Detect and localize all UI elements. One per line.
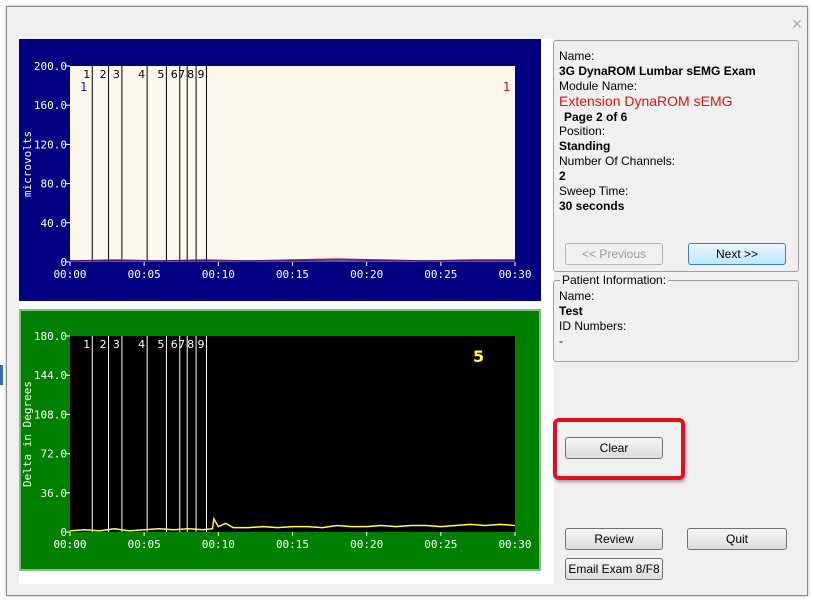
rom-marker-label: 7 <box>178 338 185 351</box>
review-button[interactable]: Review <box>565 528 663 550</box>
emg-y-tick-label: 120.0 <box>34 138 67 151</box>
patient-info-title: Patient Information: <box>560 273 669 287</box>
page-indicator: Page 2 of 6 <box>564 110 628 124</box>
channels-label: Number Of Channels: <box>559 154 676 168</box>
rom-x-tick-label: 00:00 <box>53 538 86 551</box>
rom-y-tick-label: 108.0 <box>34 408 67 421</box>
emg-marker-label: 5 <box>157 68 164 81</box>
emg-marker-label: 2 <box>100 68 107 81</box>
emg-chart: 040.080.0120.0160.0200.000:00 00:05 00:10 0… <box>19 39 541 301</box>
rom-chart: 036.072.0108.0144.0180.000:00 00:05 00:10 0… <box>19 309 541 571</box>
rom-marker-label: 4 <box>138 338 145 351</box>
close-icon[interactable]: ✕ <box>790 18 804 32</box>
emg-y-tick-label: 80.0 <box>41 178 68 191</box>
rom-y-tick-label: 72.0 <box>41 448 68 461</box>
patient-name-value: Test <box>559 304 583 318</box>
rom-y-tick-label: 36.0 <box>41 487 68 500</box>
sweep-time-label: Sweep Time: <box>559 184 629 198</box>
rom-y-tick-label: 180.0 <box>34 330 67 343</box>
rom-x-tick-label: 00:15 <box>276 538 309 551</box>
charts-area: 0 40.0 80.0 120.0 160.0 200.0 00:00 00:05 00:10 0… <box>19 39 554 584</box>
patient-name-label: Name: <box>559 289 595 303</box>
rom-marker-label: 1 <box>83 338 90 351</box>
exam-name-value: 3G DynaROM Lumbar sEMG Exam <box>559 64 756 78</box>
rom-marker-label: 9 <box>197 338 204 351</box>
emg-chart-panel: 0 40.0 80.0 120.0 160.0 200.0 00:00 00:05 00:10 0… <box>19 39 541 301</box>
channels-value: 2 <box>559 169 566 183</box>
module-name-label: Module Name: <box>559 79 638 93</box>
emg-x-tick-label: 00:10 <box>202 268 235 281</box>
quit-button[interactable]: Quit <box>687 528 787 550</box>
previous-button[interactable]: << Previous <box>565 243 663 265</box>
clear-button[interactable]: Clear <box>565 437 663 459</box>
sweep-time-value: 30 seconds <box>559 199 625 213</box>
emg-y-tick-label: 200.0 <box>34 60 67 73</box>
emg-channel-label-left: 1 <box>80 80 88 94</box>
email-exam-button[interactable]: Email Exam 8/F8 <box>565 558 663 580</box>
rom-marker-label: 2 <box>100 338 107 351</box>
rom-marker-label: 6 <box>171 338 178 351</box>
emg-x-tick-label: 00:15 <box>276 268 309 281</box>
rom-chart-panel: 0 36.0 72.0 108.0 144.0 180.0 00:00 00:05 00:10 0… <box>19 309 541 571</box>
rom-y-tick-label: 144.0 <box>34 369 67 382</box>
rom-x-tick-label: 00:25 <box>424 538 457 551</box>
exam-window: ✕ 0 40.0 80.0 120.0 160.0 200.0 00:00 00:05 00:1… <box>6 6 808 596</box>
emg-marker-label: 9 <box>197 68 204 81</box>
rom-x-tick-label: 00:10 <box>202 538 235 551</box>
background-window-edge <box>0 365 3 385</box>
emg-marker-label: 6 <box>171 68 178 81</box>
emg-x-tick-label: 00:00 <box>53 268 86 281</box>
emg-marker-label: 4 <box>138 68 145 81</box>
exam-info-box: Name: 3G DynaROM Lumbar sEMG Exam Module… <box>553 40 799 272</box>
rom-x-tick-label: 00:30 <box>498 538 531 551</box>
emg-x-tick-label: 00:20 <box>350 268 383 281</box>
patient-id-value: - <box>559 334 563 348</box>
emg-y-tick-label: 40.0 <box>41 217 68 230</box>
position-value: Standing <box>559 139 611 153</box>
rom-value-label: 5 <box>473 347 484 366</box>
emg-x-tick-label: 00:25 <box>424 268 457 281</box>
exam-name-label: Name: <box>559 49 595 63</box>
rom-y-axis-label: Delta in Degrees <box>21 381 34 487</box>
rom-x-tick-label: 00:20 <box>350 538 383 551</box>
emg-x-tick-label: 00:30 <box>498 268 531 281</box>
emg-channel-label-right: 1 <box>503 80 511 94</box>
emg-plot-area <box>70 66 515 262</box>
module-name-value: Extension DynaROM sEMG <box>559 93 733 109</box>
emg-x-tick-label: 00:05 <box>128 268 161 281</box>
position-label: Position: <box>559 124 606 138</box>
rom-x-tick-label: 00:05 <box>128 538 161 551</box>
emg-y-tick-label: 160.0 <box>34 99 67 112</box>
rom-marker-label: 5 <box>157 338 164 351</box>
emg-marker-label: 3 <box>113 68 120 81</box>
rom-plot-area <box>70 336 515 532</box>
patient-info-box: Patient Information: Name: Test ID Numbe… <box>553 273 799 362</box>
rom-marker-label: 3 <box>113 338 120 351</box>
emg-marker-label: 7 <box>178 68 185 81</box>
emg-y-axis-label: microvolts <box>21 131 34 197</box>
rom-marker-label: 8 <box>187 338 194 351</box>
patient-id-label: ID Numbers: <box>559 319 627 333</box>
next-button[interactable]: Next >> <box>688 243 786 265</box>
emg-marker-label: 8 <box>187 68 194 81</box>
